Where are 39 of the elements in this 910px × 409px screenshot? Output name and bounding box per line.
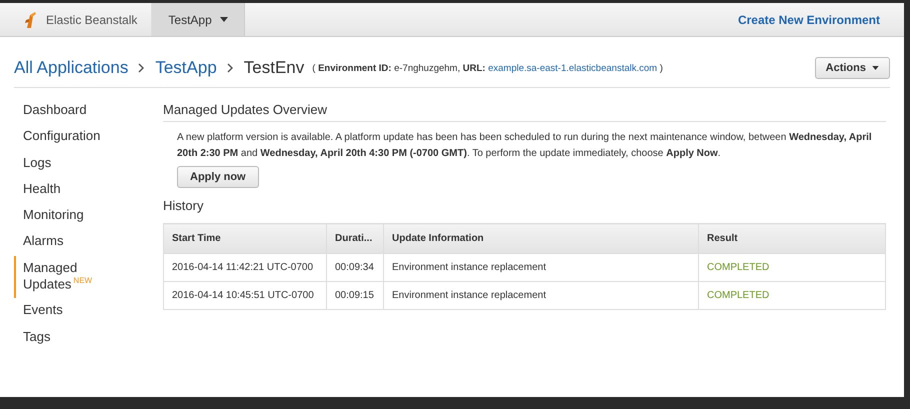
environment-name: TestEnv (244, 58, 304, 78)
app-menu[interactable]: TestApp (152, 3, 245, 36)
create-environment-link[interactable]: Create New Environment (738, 12, 880, 26)
sidebar-item[interactable]: Tags (14, 324, 103, 351)
caret-icon (872, 66, 879, 70)
sidebar-item[interactable]: Events (14, 298, 103, 325)
table-cell: 00:09:34 (326, 254, 384, 282)
chevron-icon (226, 63, 234, 73)
section-title: Managed Updates Overview (163, 94, 886, 122)
update-message: A new platform version is available. A platform update has been has been scheduled to run during the next maintenance window, between Wednesday, April 20th 2:30 PM and Wednesday, April 20th 4:30 PM (-0700 GMT). To perform the update immediately, choose Apply Now. (177, 131, 873, 161)
sidebar-item[interactable]: Logs (14, 150, 103, 177)
apply-now-button[interactable]: Apply now (177, 166, 259, 188)
beanstalk-logo-icon (24, 10, 38, 28)
column-header: Result (698, 224, 886, 254)
table-cell: 00:09:15 (326, 282, 384, 310)
table-cell: 2016-04-14 11:42:21 UTC-0700 (164, 254, 326, 282)
brand-name[interactable]: Elastic Beanstalk (46, 12, 138, 26)
column-header: Update Information (384, 224, 698, 254)
breadcrumb-link[interactable]: All Applications (14, 58, 128, 78)
table-cell: Environment instance replacement (384, 254, 698, 282)
sidebar-item[interactable]: Managed Updates$^{NEW}$ (14, 256, 103, 298)
environment-url-link[interactable]: example.sa-east-1.elasticbeanstalk.com (488, 62, 658, 74)
section-title: History (163, 198, 204, 213)
sidebar-item[interactable]: Dashboard (14, 98, 103, 124)
caret-icon (220, 17, 228, 22)
status-cell: COMPLETED (698, 282, 886, 310)
sidebar-item[interactable]: Configuration (14, 124, 103, 150)
sidebar-item[interactable]: Alarms (14, 229, 103, 256)
sidebar-item[interactable]: Monitoring (14, 203, 103, 230)
column-header: Start Time (164, 224, 326, 254)
sidebar-item[interactable]: Health (14, 176, 103, 203)
column-header: Durati... (326, 224, 384, 254)
chevron-icon (138, 63, 146, 73)
table-cell: Environment instance replacement (384, 282, 698, 310)
environment-info: ( Environment ID: e-7nghuzgehm, URL: example.sa-east-1.elasticbeanstalk.com ) (312, 62, 663, 74)
status-cell: COMPLETED (698, 254, 886, 282)
breadcrumb-link[interactable]: TestApp (155, 58, 217, 78)
actions-button[interactable]: Actions (814, 57, 890, 79)
table-cell: 2016-04-14 10:45:51 UTC-0700 (164, 282, 326, 310)
